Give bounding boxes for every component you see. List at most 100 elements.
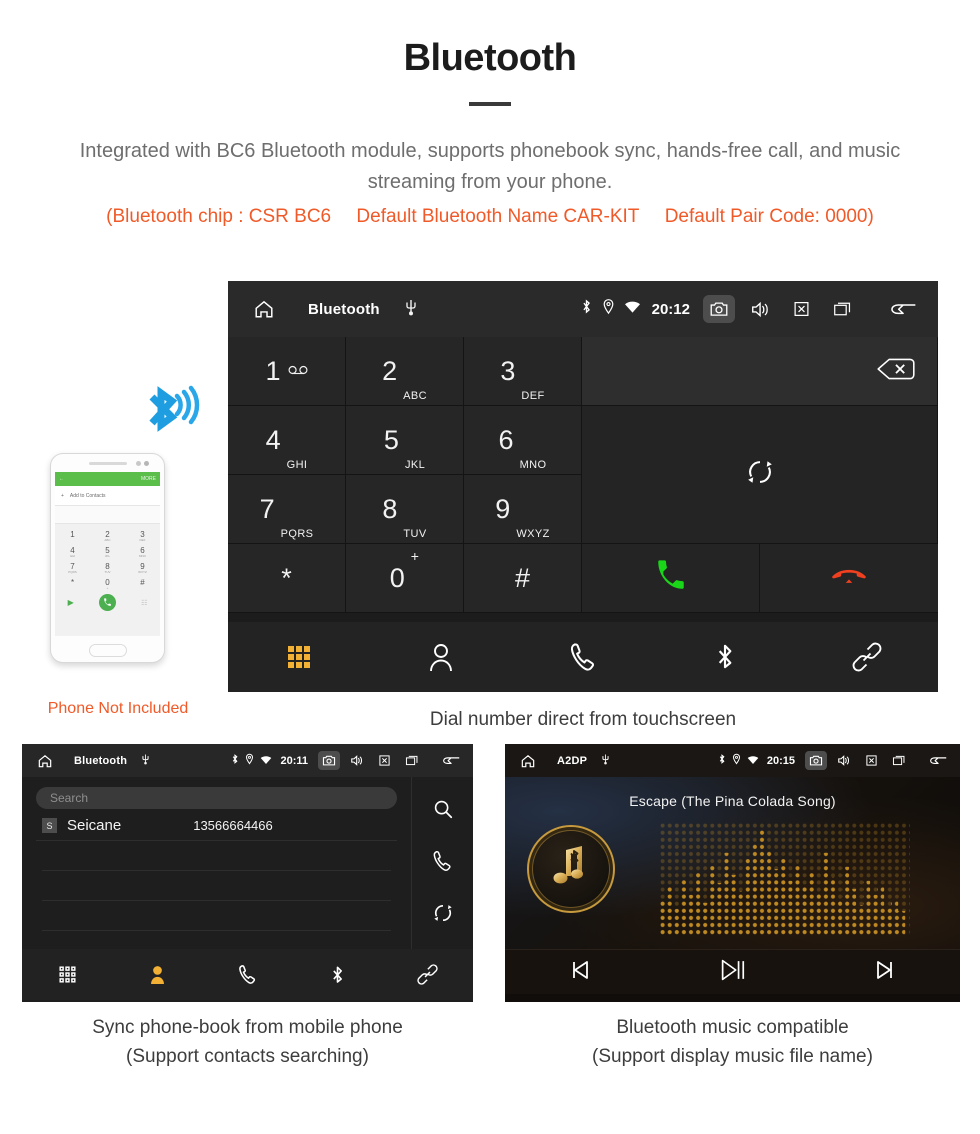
nav-contacts[interactable] — [112, 964, 202, 985]
music-screenshot: A2DP 20:15 Escape (The Pina Colada Song) — [505, 744, 960, 1002]
phonebook-caption: Sync phone-book from mobile phone (Suppo… — [22, 1014, 473, 1071]
bluetooth-signal-icon — [146, 383, 206, 444]
dial-key-9[interactable]: 9 WXYZ — [464, 475, 582, 544]
location-icon — [602, 298, 615, 320]
dial-key-label: 3 — [500, 355, 516, 386]
dial-key-label: 2 — [382, 355, 398, 386]
usb-icon — [404, 298, 418, 321]
nav-contacts[interactable] — [370, 642, 512, 672]
nav-call-log[interactable] — [202, 964, 292, 985]
play-pause-button[interactable] — [717, 956, 747, 989]
dial-key-letters: JKL — [404, 459, 426, 471]
dial-key-hash[interactable]: # — [464, 544, 582, 613]
dial-key-3[interactable]: 3 DEF — [464, 337, 582, 406]
phonebook-bottom-nav — [22, 949, 473, 1000]
dialer-title: Bluetooth — [308, 300, 380, 318]
dial-key-8[interactable]: 8 TUV — [346, 475, 464, 544]
nav-link[interactable] — [383, 964, 473, 985]
dial-key-label: 9 — [495, 493, 511, 524]
backspace-icon[interactable] — [875, 356, 917, 387]
dial-key-label: 1 — [265, 355, 281, 386]
back-icon[interactable] — [882, 294, 924, 324]
hangup-button[interactable] — [760, 544, 938, 613]
back-icon[interactable] — [437, 751, 465, 770]
dial-key-5[interactable]: 5 JKL — [346, 406, 464, 475]
phone-key: 7 PQRS — [68, 562, 77, 574]
search-input[interactable]: Search — [36, 787, 397, 809]
back-icon[interactable] — [924, 751, 952, 770]
nav-link[interactable] — [796, 642, 938, 672]
home-icon[interactable] — [30, 753, 60, 769]
spec-name: Default Bluetooth Name CAR-KIT — [356, 205, 640, 227]
phone-keypad-toggle-icon: ☷ — [141, 599, 148, 607]
wifi-icon — [747, 752, 759, 770]
phone-key: * — [70, 578, 75, 587]
bluetooth-icon — [231, 752, 239, 770]
nav-call-log[interactable] — [512, 642, 654, 672]
camera-icon[interactable] — [805, 751, 827, 770]
music-controls — [505, 949, 960, 994]
camera-icon[interactable] — [703, 295, 735, 323]
bluetooth-feature-page: Bluetooth Integrated with BC6 Bluetooth … — [0, 0, 980, 1134]
sync-icon — [745, 457, 775, 492]
call-log-icon — [570, 643, 595, 671]
sync-button[interactable] — [582, 406, 938, 544]
dial-key-label: 7 — [259, 493, 275, 524]
phonebook-caption-line1: Sync phone-book from mobile phone — [92, 1017, 403, 1038]
phone-sim-icon: ▶ — [67, 598, 74, 607]
recents-icon[interactable] — [826, 295, 859, 323]
recents-icon[interactable] — [401, 751, 423, 770]
home-icon[interactable] — [242, 298, 286, 320]
number-display-field[interactable] — [582, 337, 938, 406]
dial-key-4[interactable]: 4 GHI — [228, 406, 346, 475]
dial-key-2[interactable]: 2 ABC — [346, 337, 464, 406]
volume-icon[interactable] — [346, 751, 368, 770]
search-icon[interactable] — [432, 798, 454, 825]
nav-bluetooth[interactable] — [293, 964, 383, 986]
dial-key-letters: MNO — [519, 459, 547, 471]
dialer-caption: Dial number direct from touchscreen — [429, 709, 737, 730]
volume-icon[interactable] — [833, 751, 855, 770]
dial-key-letters: DEF — [521, 390, 545, 402]
bluetooth-icon — [333, 965, 343, 983]
contact-row[interactable]: S Seicane 13566664466 — [36, 811, 397, 841]
call-icon[interactable] — [432, 850, 453, 877]
dial-key-7[interactable]: 7 PQRS — [228, 475, 346, 544]
phone-key: 4 GHI — [69, 546, 76, 558]
dial-key-0[interactable]: 0 + — [346, 544, 464, 613]
dial-key-1[interactable]: 1 — [228, 337, 346, 406]
close-box-icon[interactable] — [861, 751, 882, 770]
search-placeholder: Search — [50, 791, 89, 805]
phonebook-screenshot: Bluetooth 20:11 Search S Seicane 1356666… — [22, 744, 473, 1002]
nav-keypad[interactable] — [22, 965, 112, 984]
dial-key-label: 4 — [265, 424, 281, 455]
voicemail-icon — [288, 365, 308, 378]
home-icon[interactable] — [513, 753, 543, 769]
dial-key-star[interactable]: * — [228, 544, 346, 613]
phone-key: 0 + — [105, 578, 110, 590]
title-divider — [469, 101, 511, 106]
close-box-icon[interactable] — [374, 751, 395, 770]
nav-bluetooth[interactable] — [654, 641, 796, 673]
dial-key-6[interactable]: 6 MNO — [464, 406, 582, 475]
dial-key-label: * — [281, 562, 292, 593]
volume-icon[interactable] — [744, 295, 777, 324]
nav-keypad[interactable] — [228, 644, 370, 670]
close-box-icon[interactable] — [786, 295, 817, 323]
bluetooth-music-note-icon — [546, 842, 596, 897]
phonebook-body: Search S Seicane 13566664466 — [22, 777, 473, 949]
wifi-icon — [624, 300, 641, 319]
camera-icon[interactable] — [318, 751, 340, 770]
phonebook-clock: 20:11 — [280, 754, 308, 767]
phone-more-label: MORE — [141, 476, 156, 482]
previous-track-button[interactable] — [567, 957, 593, 988]
phone-key: 9 WXYZ — [138, 562, 147, 574]
wifi-icon — [260, 752, 272, 770]
sync-icon[interactable] — [432, 902, 454, 929]
song-title: Escape (The Pina Colada Song) — [629, 793, 836, 809]
call-button[interactable] — [582, 544, 760, 613]
phone-not-included-note: Phone Not Included — [47, 700, 189, 717]
recents-icon[interactable] — [888, 751, 910, 770]
phone-key: 5 JKL — [104, 546, 111, 558]
next-track-button[interactable] — [872, 957, 898, 988]
